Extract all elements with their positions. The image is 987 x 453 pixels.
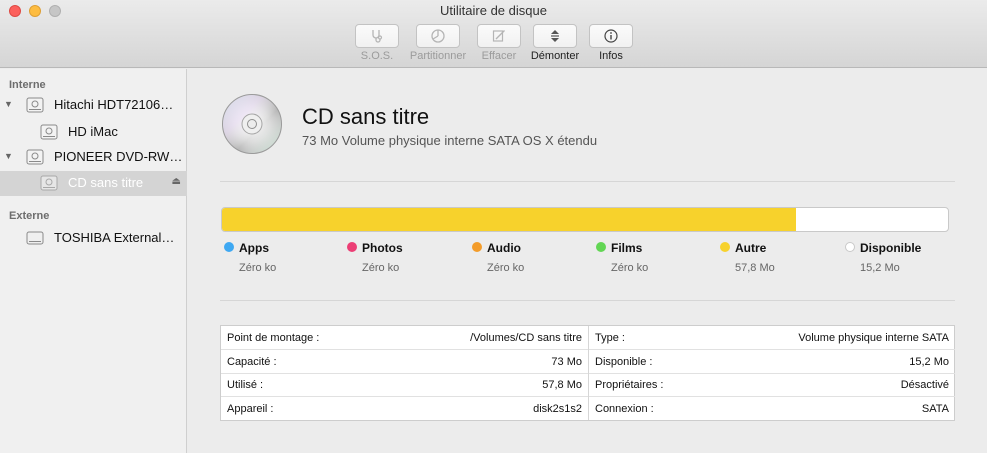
erase-button[interactable]: Effacer [477, 24, 521, 62]
info-value: Volume physique interne SATA [798, 332, 949, 344]
sidebar-item-label: CD sans titre [68, 175, 144, 190]
volume-title: CD sans titre [302, 104, 430, 129]
erase-icon [492, 30, 505, 42]
sidebar-item-label: Hitachi HDT72106… [54, 97, 174, 112]
legend-name: Autre [735, 241, 767, 255]
audio-color-dot [472, 242, 482, 252]
sidebar-item-hd-imac[interactable]: HD iMac [0, 120, 187, 145]
stethoscope-icon [372, 30, 383, 43]
disk-utility-window: Utilitaire de disque S.O.S. Partitionner [0, 0, 987, 453]
sidebar-item-label: HD iMac [68, 124, 118, 139]
legend-name: Photos [362, 241, 403, 255]
info-key: Type : [595, 332, 625, 344]
legend-value: Zéro ko [487, 262, 525, 274]
disclosure-triangle-icon[interactable]: ▼ [4, 99, 13, 109]
eject-icon[interactable]: ⏏ [172, 176, 181, 187]
info-value: Désactivé [900, 379, 949, 391]
info-column-left: Point de montage : /Volumes/CD sans titr… [221, 326, 588, 420]
internal-section-header: Interne [9, 79, 46, 91]
info-key: Utilisé : [227, 379, 264, 391]
apps-color-dot [224, 242, 234, 252]
divider [220, 181, 955, 182]
disclosure-triangle-icon[interactable]: ▼ [4, 151, 13, 161]
info-value: 73 Mo [551, 356, 582, 368]
info-button-frame [589, 24, 633, 48]
legend-value: 57,8 Mo [735, 262, 775, 274]
info-key: Capacité : [227, 356, 277, 368]
erase-button-frame [477, 24, 521, 48]
legend-value: Zéro ko [239, 262, 277, 274]
info-value: disk2s1s2 [533, 403, 582, 415]
info-value: 15,2 Mo [909, 356, 949, 368]
window-title: Utilitaire de disque [440, 3, 547, 18]
films-color-dot [596, 242, 606, 252]
info-row: Type : Volume physique interne SATA [589, 326, 955, 350]
legend-value: Zéro ko [611, 262, 649, 274]
sidebar-item-cd-sans-titre[interactable]: CD sans titre ⏏ [0, 171, 187, 196]
info-column-right: Type : Volume physique interne SATA Disp… [588, 326, 955, 420]
unmount-button[interactable]: Démonter [531, 24, 579, 62]
external-section-header: Externe [9, 210, 50, 222]
legend-name: Films [611, 241, 643, 255]
legend-name: Apps [239, 241, 269, 255]
info-key: Propriétaires : [595, 379, 664, 391]
info-button[interactable]: Infos [589, 24, 633, 62]
sidebar-item-label: PIONEER DVD-RW… [54, 149, 183, 164]
info-key: Disponible : [595, 356, 653, 368]
optical-drive-icon [26, 149, 44, 168]
info-row: Appareil : disk2s1s2 [221, 397, 588, 421]
usage-bar-other-segment [222, 208, 796, 231]
volume-icon [40, 124, 58, 143]
info-value: SATA [921, 403, 949, 415]
usage-bar [221, 207, 949, 232]
info-row: Point de montage : /Volumes/CD sans titr… [221, 326, 588, 350]
info-label: Infos [599, 50, 623, 62]
external-disk-icon [26, 230, 44, 249]
partition-icon [431, 29, 445, 43]
first-aid-button[interactable]: S.O.S. [355, 24, 399, 62]
volume-icon [40, 175, 58, 194]
other-color-dot [720, 242, 730, 252]
titlebar: Utilitaire de disque S.O.S. Partitionner [0, 0, 987, 68]
partition-button-frame [416, 24, 460, 48]
cd-disc-icon [222, 94, 282, 154]
sidebar-item-pioneer-drive[interactable]: ▼ PIONEER DVD-RW… [0, 145, 187, 170]
legend-value: Zéro ko [362, 262, 400, 274]
sidebar-item-toshiba-external[interactable]: TOSHIBA External… [0, 226, 187, 251]
photos-color-dot [347, 242, 357, 252]
info-row: Utilisé : 57,8 Mo [221, 373, 588, 397]
first-aid-button-frame [355, 24, 399, 48]
sidebar: Interne ▼ Hitachi HDT72106… HD iMac ▼ PI… [0, 69, 187, 453]
info-key: Appareil : [227, 403, 274, 415]
info-key: Connexion : [595, 403, 654, 415]
volume-subtitle: 73 Mo Volume physique interne SATA OS X … [302, 133, 598, 148]
partition-button[interactable]: Partitionner [410, 24, 466, 62]
divider [220, 300, 955, 301]
info-value: 57,8 Mo [542, 379, 582, 391]
info-row: Connexion : SATA [589, 397, 955, 421]
volume-detail-pane: CD sans titre 73 Mo Volume physique inte… [188, 69, 987, 453]
legend-name: Audio [487, 241, 521, 255]
available-color-dot [845, 242, 855, 252]
unmount-button-frame [533, 24, 577, 48]
internal-disk-icon [26, 97, 44, 116]
sidebar-item-hitachi-disk[interactable]: ▼ Hitachi HDT72106… [0, 93, 187, 118]
info-key: Point de montage : [227, 332, 320, 344]
unmount-icon [551, 30, 559, 42]
info-value: /Volumes/CD sans titre [470, 332, 582, 344]
info-row: Capacité : 73 Mo [221, 350, 588, 374]
info-row: Propriétaires : Désactivé [589, 373, 955, 397]
legend-name: Disponible [860, 241, 922, 255]
legend-value: 15,2 Mo [860, 262, 900, 274]
sidebar-item-label: TOSHIBA External… [54, 230, 175, 245]
info-row: Disponible : 15,2 Mo [589, 350, 955, 374]
volume-info-table: Point de montage : /Volumes/CD sans titr… [220, 325, 955, 421]
info-icon [604, 29, 618, 43]
